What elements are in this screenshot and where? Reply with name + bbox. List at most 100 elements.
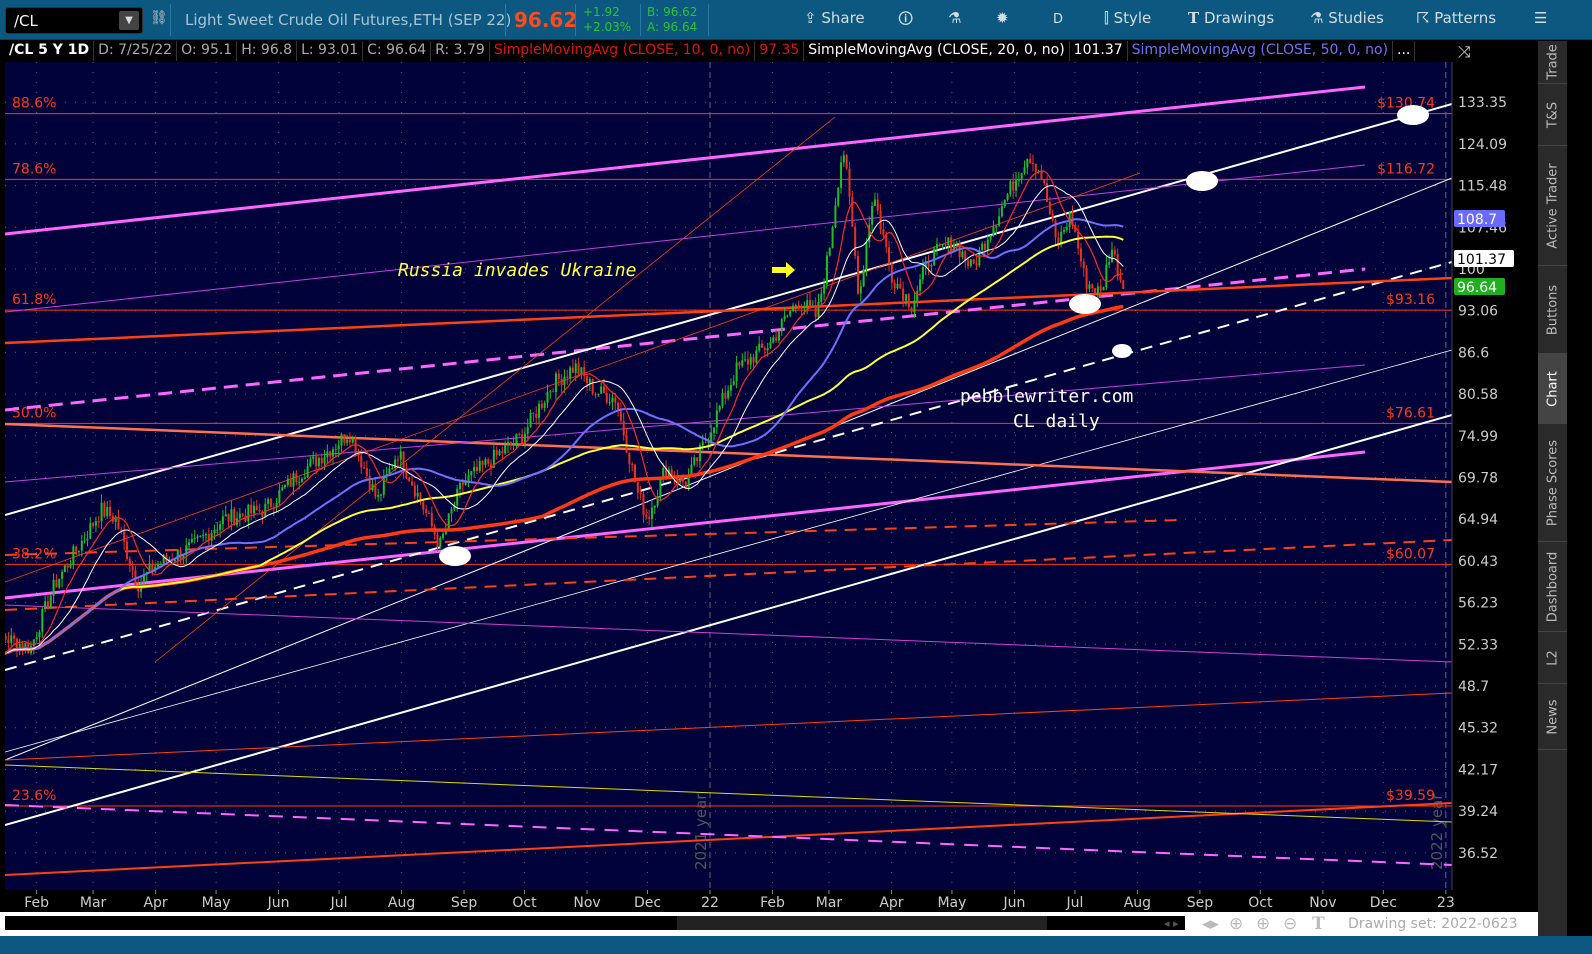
side-tabs: Trade T&S Active Trader Buttons Chart Phase S… — [1538, 41, 1567, 936]
x-tick-label: Sep — [451, 895, 478, 911]
more-studies[interactable]: ... — [1393, 41, 1416, 61]
marker-ellipse[interactable] — [1112, 344, 1132, 358]
x-tick-label: 22 — [701, 895, 719, 911]
bar-high: H: 96.8 — [237, 41, 298, 61]
fib-percent-label: 88.6% — [12, 96, 56, 112]
year-label: 2021 year — [692, 793, 710, 870]
candle — [845, 154, 848, 171]
drawing-set[interactable]: Drawing set: 2022-0623 — [1348, 916, 1518, 932]
x-tick-label: Jul — [1065, 895, 1083, 911]
y-tick-label: 80.58 — [1458, 387, 1498, 403]
drawings-button[interactable]: T Drawings — [1188, 9, 1274, 27]
ask: A: 96.64 — [647, 20, 698, 34]
divider — [170, 4, 171, 36]
chart-annotation[interactable]: CL daily — [1013, 411, 1100, 432]
side-tab-label: Active Trader — [1545, 162, 1560, 249]
marker-ellipse[interactable] — [439, 546, 471, 566]
side-tab-l2[interactable]: L2 — [1538, 632, 1567, 684]
studies-button[interactable]: ⚗ Studies — [1310, 9, 1384, 27]
share-icon: ⇪ — [804, 9, 817, 27]
scroll-arrows-icon[interactable]: ◂ ▸ — [1164, 917, 1179, 930]
candle — [63, 565, 66, 573]
gear-icon[interactable]: ✹ — [996, 9, 1009, 27]
price-badge-label: 101.37 — [1457, 252, 1506, 268]
zoom-out-icon[interactable]: ⊖ — [1283, 914, 1297, 934]
side-tab-active-trader[interactable]: Active Trader — [1538, 146, 1567, 266]
side-tab-buttons[interactable]: Buttons — [1538, 266, 1567, 354]
flask-icon[interactable]: ⚗ — [948, 9, 961, 27]
chart-annotation[interactable]: pebblewriter.com — [960, 386, 1133, 407]
fib-price-label: $60.07 — [1386, 546, 1435, 562]
candle — [825, 251, 828, 289]
candle — [933, 246, 936, 267]
side-tab-t-s[interactable]: T&S — [1538, 84, 1567, 146]
change-value: +1.92 — [583, 5, 620, 19]
x-tick-label: Oct — [512, 895, 537, 911]
candle — [1122, 279, 1125, 290]
side-tab-news[interactable]: News — [1538, 684, 1567, 750]
patterns-button[interactable]: ☈ Patterns — [1416, 9, 1496, 27]
menu-list-icon[interactable]: ☰ — [1534, 9, 1547, 27]
fib-price-label: $76.61 — [1386, 405, 1435, 421]
y-tick-label: 36.52 — [1458, 846, 1498, 862]
style-button[interactable]: ⫿ Style — [1104, 9, 1151, 27]
bar-open: O: 95.1 — [177, 41, 238, 61]
top-toolbar: /CL ▼ ⛓ Light Sweet Crude Oil Futures,ETH… — [0, 0, 1592, 40]
y-tick-label: 60.43 — [1458, 554, 1498, 570]
x-tick-label: Dec — [634, 895, 661, 911]
y-tick-label: 115.48 — [1458, 179, 1507, 195]
x-tick-label: Aug — [1124, 895, 1151, 911]
scrollbar-thumb[interactable] — [677, 916, 1047, 930]
x-tick-label: Jun — [267, 895, 290, 911]
sma20-label[interactable]: SimpleMovingAvg (CLOSE, 20, 0, no) — [804, 41, 1070, 61]
chevron-down-icon[interactable]: ▼ — [119, 11, 139, 30]
marker-ellipse[interactable] — [1069, 294, 1101, 314]
bar-range: R: 3.79 — [431, 41, 490, 61]
pan-icon[interactable]: ◂▸ — [1202, 914, 1219, 934]
candle — [233, 506, 236, 526]
candle — [856, 250, 859, 296]
price-badge: 101.37 — [1454, 250, 1514, 268]
side-tab-label: News — [1545, 698, 1560, 735]
symbol-selector[interactable]: /CL ▼ — [5, 7, 143, 34]
price-badge-label: 96.64 — [1457, 280, 1497, 296]
x-tick-label: May — [202, 895, 231, 911]
collapse-icon[interactable]: ⤨ — [1458, 42, 1471, 62]
candle — [907, 293, 910, 310]
bid: B: 96.62 — [647, 5, 698, 19]
y-tick-label: 133.35 — [1458, 95, 1507, 111]
candle — [854, 222, 857, 260]
side-tab-phase-scores[interactable]: Phase Scores — [1538, 424, 1567, 542]
candles-icon: ⫿ — [1104, 9, 1109, 27]
chart-annotation[interactable]: Russia invades Ukraine — [398, 260, 636, 281]
sma50-label[interactable]: SimpleMovingAvg (CLOSE, 50, 0, no) — [1128, 41, 1394, 61]
marker-ellipse[interactable] — [1397, 105, 1429, 125]
link-icon[interactable]: ⛓ — [150, 10, 168, 26]
zoom-in-icon[interactable]: ⊕ — [1256, 914, 1270, 934]
info-icon[interactable]: 🛈 — [898, 9, 913, 34]
x-tick-label: Sep — [1187, 895, 1214, 911]
candle — [447, 513, 450, 531]
side-tab-label: Buttons — [1545, 284, 1560, 335]
side-tab-dashboard[interactable]: Dashboard — [1538, 542, 1567, 632]
side-tab-chart[interactable]: Chart — [1538, 354, 1567, 424]
text-t-icon[interactable]: T — [1312, 914, 1325, 934]
sma10-label[interactable]: SimpleMovingAvg (CLOSE, 10, 0, no) — [490, 41, 756, 61]
marker-ellipse[interactable] — [1186, 171, 1218, 191]
bar-close: C: 96.64 — [363, 41, 432, 61]
side-tab-label: L2 — [1545, 649, 1560, 666]
status-strip — [0, 936, 1592, 954]
x-tick-label: Feb — [24, 895, 49, 911]
candle — [49, 594, 52, 609]
share-button[interactable]: ⇪ Share — [804, 9, 865, 27]
x-tick-label: Aug — [388, 895, 415, 911]
x-tick-label: 23 — [1437, 895, 1455, 911]
period-button[interactable]: D — [1053, 12, 1063, 27]
price-chart[interactable]: 2021 year 2022 year88.6% $130.7478.6% $116.… — [5, 62, 1538, 912]
side-tab-label: Phase Scores — [1545, 439, 1560, 526]
crosshair-icon[interactable]: ⊕ — [1229, 914, 1243, 934]
candle — [831, 225, 834, 249]
side-tab-label: Chart — [1545, 370, 1560, 407]
price-badge: 96.64 — [1454, 278, 1505, 296]
side-tab-trade[interactable]: Trade — [1538, 41, 1567, 84]
